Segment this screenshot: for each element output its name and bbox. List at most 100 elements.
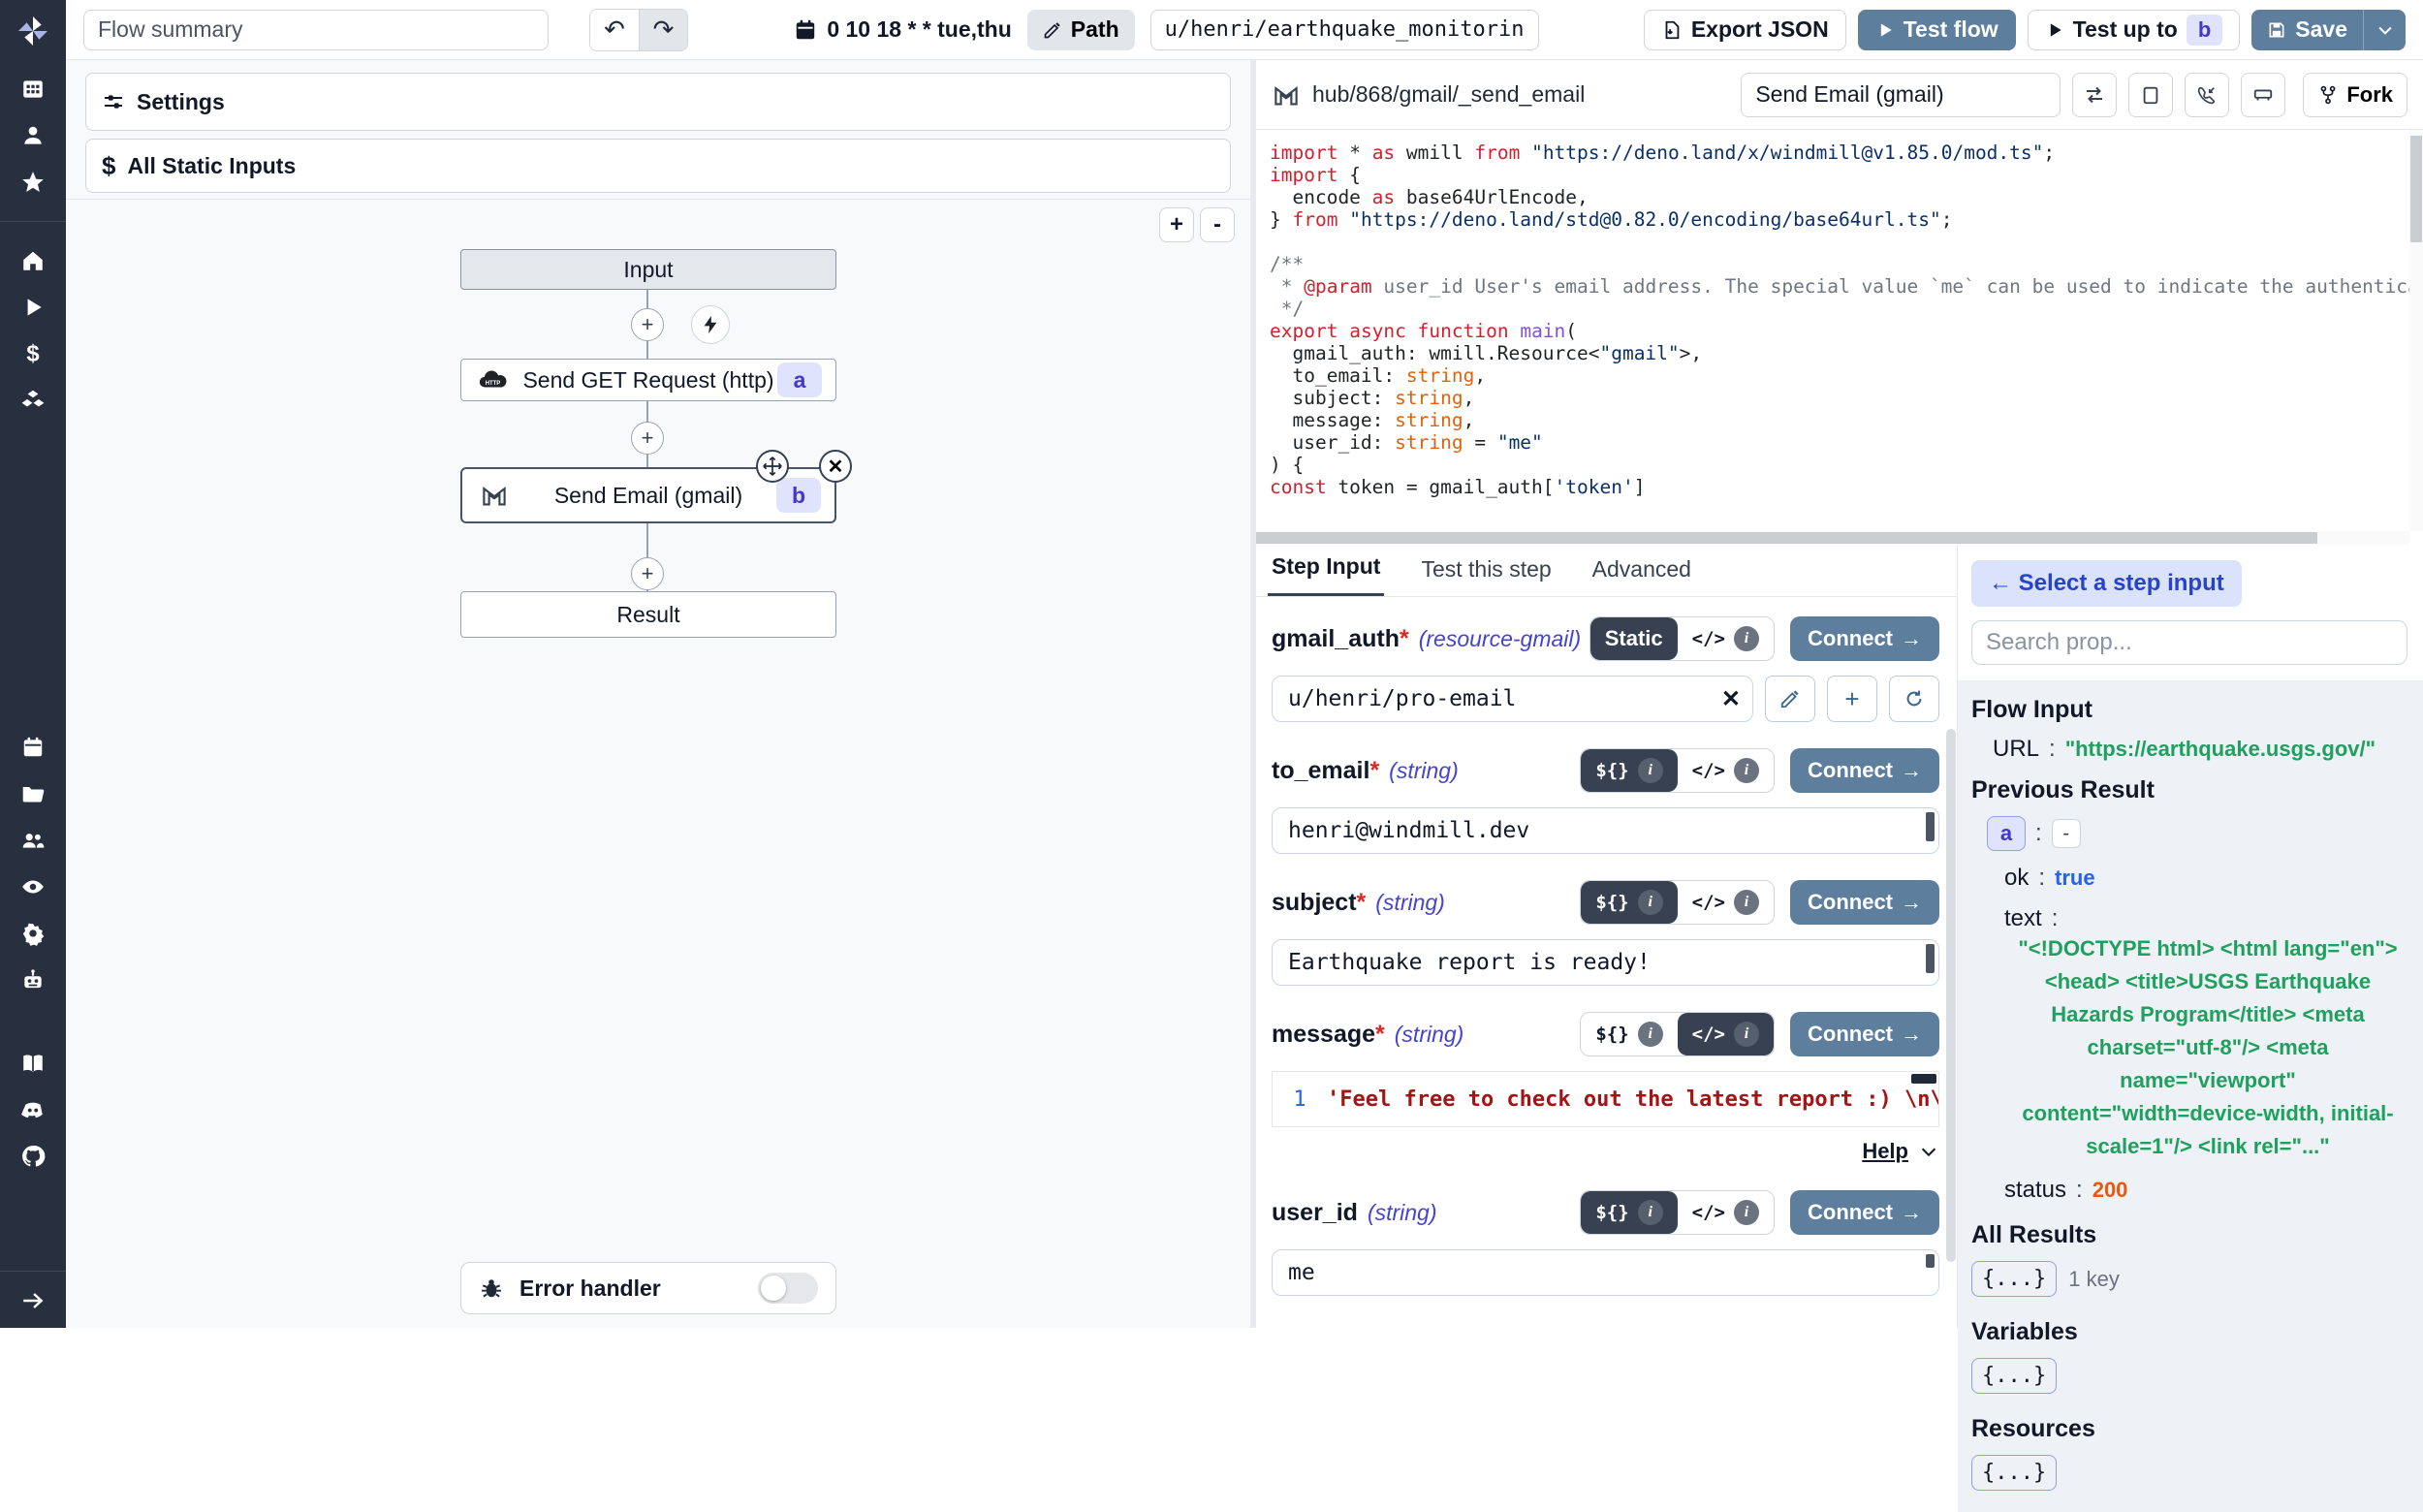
flow-summary-input[interactable] (83, 10, 549, 50)
add-resource-button[interactable]: + (1827, 676, 1877, 722)
result-status-row[interactable]: status : 200 (2004, 1177, 2407, 1204)
undo-redo-group: ↶ ↷ (589, 9, 688, 51)
step-a-badge[interactable]: a (1987, 816, 2026, 851)
resize-grippy[interactable] (1926, 812, 1935, 841)
webhook-call-button[interactable] (2185, 73, 2229, 117)
error-handler-toggle[interactable] (758, 1273, 818, 1304)
resources-object-button[interactable]: {...} (1971, 1455, 2057, 1491)
search-prop-input[interactable] (1971, 620, 2407, 665)
resource-picker-input[interactable]: u/henri/pro-email ✕ (1272, 676, 1753, 722)
form-scrollbar[interactable] (1946, 729, 1956, 1262)
help-link[interactable]: Help (1862, 1139, 1908, 1164)
connect-button[interactable]: Connect→ (1790, 748, 1939, 793)
add-step-button[interactable]: + (631, 422, 664, 455)
groups-icon[interactable] (19, 827, 47, 854)
resources-boxes-icon[interactable] (19, 387, 47, 414)
schedule-display[interactable]: 0 10 18 * * tue,thu (793, 16, 1011, 43)
windmill-logo-icon[interactable] (14, 12, 52, 50)
code-vertical-scrollbar[interactable] (2409, 130, 2423, 531)
mode-template[interactable]: ${} i (1581, 881, 1677, 924)
mode-javascript[interactable]: </> i (1678, 617, 1774, 660)
diff-view-button[interactable] (2241, 73, 2285, 117)
all-results-object-button[interactable]: {...} (1971, 1261, 2057, 1297)
message-code-editor[interactable]: 1 'Feel free to check out the latest rep… (1272, 1071, 1939, 1127)
save-button[interactable]: Save (2251, 10, 2363, 50)
folders-icon[interactable] (19, 780, 47, 807)
settings-gear-icon[interactable] (19, 920, 47, 947)
all-static-inputs-button[interactable]: $ All Static Inputs (85, 139, 1231, 193)
collapse-button[interactable]: - (2052, 819, 2081, 848)
input-mode-toggle: ${} i </> i (1580, 880, 1775, 925)
trigger-bolt-button[interactable] (691, 305, 730, 344)
delete-step-button[interactable]: ✕ (819, 450, 852, 483)
path-button[interactable]: Path (1027, 10, 1135, 50)
undo-button[interactable]: ↶ (590, 10, 639, 50)
select-step-input-button[interactable]: ← Select a step input (1971, 560, 2242, 607)
subject-input[interactable] (1272, 939, 1939, 986)
connect-button[interactable]: Connect→ (1790, 1012, 1939, 1056)
code-editor[interactable]: import * as wmill from "https://deno.lan… (1256, 130, 2409, 531)
variables-object-button[interactable]: {...} (1971, 1358, 2057, 1394)
favorites-star-icon[interactable] (19, 169, 47, 196)
clear-resource-button[interactable]: ✕ (1721, 685, 1741, 713)
zoom-in-button[interactable]: + (1159, 207, 1194, 242)
result-text-row[interactable]: text : (2004, 905, 2407, 932)
flow-node-get-request[interactable]: HTTP Send GET Request (http) a (460, 359, 836, 401)
mode-javascript[interactable]: </> i (1678, 881, 1774, 924)
mode-javascript[interactable]: </> i (1678, 749, 1774, 792)
redo-button[interactable]: ↷ (639, 10, 687, 50)
discord-icon[interactable] (19, 1096, 47, 1123)
mode-static[interactable]: Static (1590, 617, 1678, 660)
flow-settings-button[interactable]: Settings (85, 73, 1231, 131)
save-dropdown-button[interactable] (2363, 10, 2406, 50)
tab-advanced[interactable]: Advanced (1589, 545, 1695, 596)
result-text-value[interactable]: "<!DOCTYPE html> <html lang="en"> <head>… (2014, 932, 2402, 1163)
result-ok-row[interactable]: ok : true (2004, 865, 2407, 892)
variables-dollar-icon[interactable]: $ (19, 340, 47, 367)
mode-template[interactable]: ${} i (1581, 1191, 1677, 1234)
mode-template[interactable]: ${} i (1581, 1013, 1677, 1055)
add-step-button[interactable]: + (631, 557, 664, 590)
expand-sidebar-arrow-icon[interactable] (19, 1287, 47, 1314)
mode-javascript[interactable]: </> i (1678, 1191, 1774, 1234)
resize-grippy[interactable] (1926, 944, 1935, 973)
flow-path-value[interactable]: u/henri/earthquake_monitorin (1150, 10, 1539, 50)
connect-button[interactable]: Connect→ (1790, 616, 1939, 661)
flow-input-url-row[interactable]: URL : "https://earthquake.usgs.gov/" (1993, 736, 2407, 763)
step-name-input[interactable] (1741, 73, 2061, 117)
workers-robot-icon[interactable] (19, 966, 47, 993)
fork-button[interactable]: Fork (2303, 73, 2407, 117)
user-id-input[interactable] (1272, 1249, 1939, 1296)
export-json-button[interactable]: Export JSON (1644, 10, 1846, 50)
code-horizontal-scrollbar[interactable] (1256, 531, 2409, 545)
refresh-resources-button[interactable] (1889, 676, 1939, 722)
mode-template[interactable]: ${} i (1581, 749, 1677, 792)
user-icon[interactable] (19, 122, 47, 149)
to-email-input[interactable] (1272, 807, 1939, 854)
test-flow-button[interactable]: Test flow (1858, 10, 2016, 50)
tab-step-input[interactable]: Step Input (1268, 542, 1384, 596)
field-type: (string) (1375, 890, 1445, 916)
add-step-button[interactable]: + (631, 308, 664, 341)
connect-button[interactable]: Connect→ (1790, 1190, 1939, 1235)
swap-sync-button[interactable] (2072, 73, 2117, 117)
zoom-out-button[interactable]: - (1200, 207, 1235, 242)
workspace-icon[interactable] (19, 76, 47, 103)
expand-editor-button[interactable] (2128, 73, 2173, 117)
resize-grippy[interactable] (1926, 1254, 1935, 1268)
flow-node-input[interactable]: Input (460, 249, 836, 290)
move-step-button[interactable] (756, 450, 789, 483)
flow-node-result[interactable]: Result (460, 591, 836, 638)
edit-resource-button[interactable] (1765, 676, 1815, 722)
runs-play-icon[interactable] (19, 294, 47, 321)
arrow-right-icon: → (1901, 758, 1922, 783)
connect-button[interactable]: Connect→ (1790, 880, 1939, 925)
home-icon[interactable] (19, 247, 47, 274)
schedules-calendar-icon[interactable] (19, 734, 47, 761)
mode-javascript[interactable]: </> i (1678, 1013, 1774, 1055)
audit-eye-icon[interactable] (19, 873, 47, 900)
test-up-to-button[interactable]: Test up to b (2028, 10, 2241, 50)
docs-book-icon[interactable] (19, 1050, 47, 1077)
tab-test-this-step[interactable]: Test this step (1417, 545, 1555, 596)
github-icon[interactable] (19, 1143, 47, 1170)
